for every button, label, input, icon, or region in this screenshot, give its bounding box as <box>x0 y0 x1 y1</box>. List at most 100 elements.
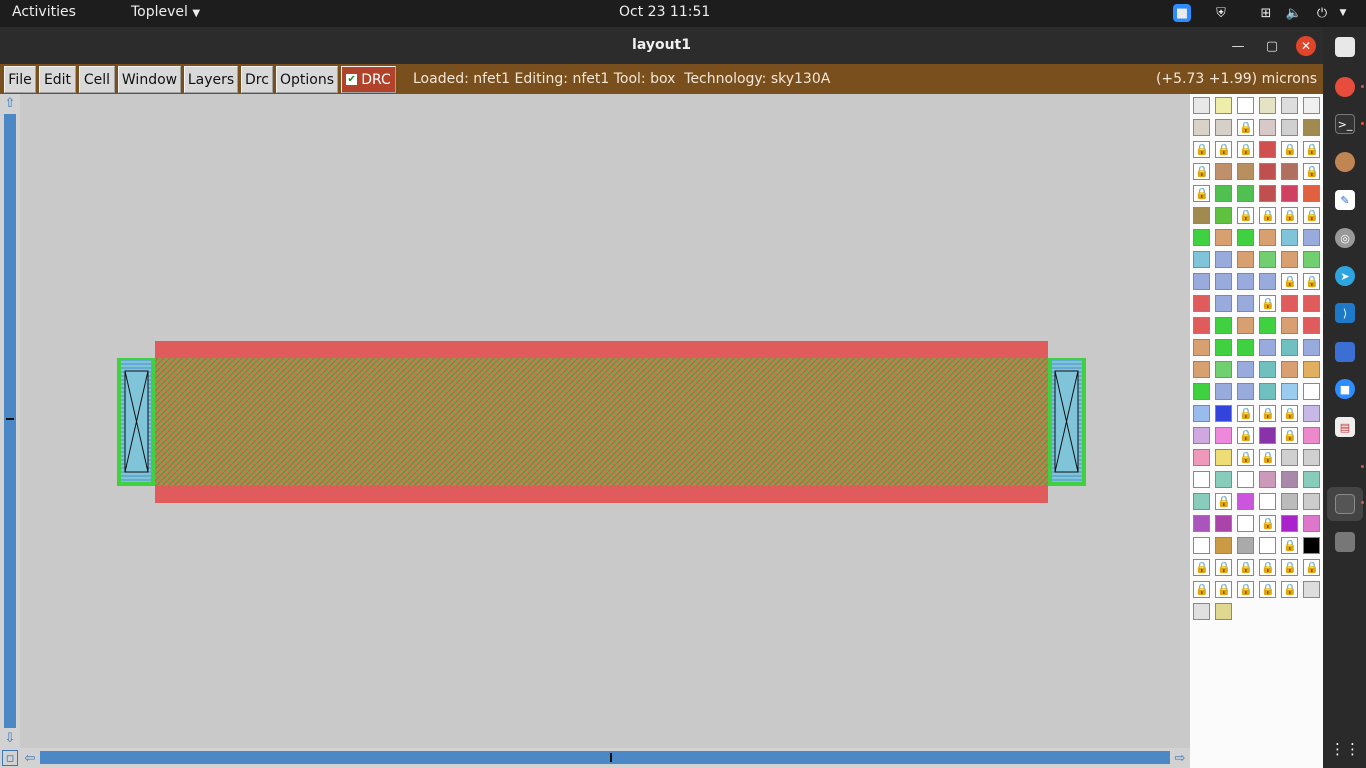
layer-swatch[interactable] <box>1259 251 1276 268</box>
video-camera-icon[interactable]: ■ <box>1173 4 1191 22</box>
layer-swatch[interactable] <box>1281 317 1298 334</box>
layer-swatch[interactable] <box>1215 493 1232 510</box>
layer-swatch[interactable] <box>1259 559 1276 576</box>
layer-swatch[interactable] <box>1193 603 1210 620</box>
layer-swatch[interactable] <box>1215 559 1232 576</box>
layer-swatch[interactable] <box>1237 185 1254 202</box>
layer-swatch[interactable] <box>1193 515 1210 532</box>
layer-swatch[interactable] <box>1303 471 1320 488</box>
layer-swatch[interactable] <box>1193 537 1210 554</box>
layer-swatch[interactable] <box>1237 163 1254 180</box>
horizontal-scroll-thumb[interactable] <box>40 751 1170 764</box>
layer-swatch[interactable] <box>1237 383 1254 400</box>
layer-swatch[interactable] <box>1259 207 1276 224</box>
layer-swatch[interactable] <box>1259 317 1276 334</box>
zoom-box-icon[interactable]: ▫ <box>2 750 18 766</box>
layer-swatch[interactable] <box>1303 537 1320 554</box>
layer-swatch[interactable] <box>1259 471 1276 488</box>
layer-swatch[interactable] <box>1237 317 1254 334</box>
layer-swatch[interactable] <box>1215 471 1232 488</box>
layer-swatch[interactable] <box>1237 427 1254 444</box>
layer-swatch[interactable] <box>1237 207 1254 224</box>
layer-swatch[interactable] <box>1259 141 1276 158</box>
layer-swatch[interactable] <box>1281 163 1298 180</box>
layer-swatch[interactable] <box>1193 119 1210 136</box>
layer-swatch[interactable] <box>1281 471 1298 488</box>
telegram-icon[interactable]: ➤ <box>1335 266 1355 286</box>
layer-swatch[interactable] <box>1259 97 1276 114</box>
layer-swatch[interactable] <box>1259 537 1276 554</box>
layer-swatch[interactable] <box>1281 405 1298 422</box>
layer-swatch[interactable] <box>1193 449 1210 466</box>
layer-swatch[interactable] <box>1193 273 1210 290</box>
menu-cell[interactable]: Cell <box>79 66 115 93</box>
menu-window[interactable]: Window <box>118 66 181 93</box>
chevron-down-icon[interactable]: ▼ <box>1334 4 1352 22</box>
layer-swatch[interactable] <box>1259 515 1276 532</box>
layer-swatch[interactable] <box>1215 273 1232 290</box>
layer-swatch[interactable] <box>1303 361 1320 378</box>
layer-swatch[interactable] <box>1281 537 1298 554</box>
menu-file[interactable]: File <box>4 66 36 93</box>
arrow-up-icon[interactable]: ⇧ <box>2 95 18 111</box>
layer-swatch[interactable] <box>1281 559 1298 576</box>
layer-swatch[interactable] <box>1303 427 1320 444</box>
vertical-scroll-thumb[interactable] <box>4 114 16 728</box>
layer-swatch[interactable] <box>1303 163 1320 180</box>
layer-swatch[interactable] <box>1281 493 1298 510</box>
layer-swatch[interactable] <box>1215 317 1232 334</box>
layer-swatch[interactable] <box>1237 141 1254 158</box>
layer-swatch[interactable] <box>1215 207 1232 224</box>
arrow-left-icon[interactable]: ⇦ <box>22 750 38 766</box>
vscode-icon[interactable]: ⟩ <box>1335 303 1355 323</box>
layer-swatch[interactable] <box>1281 119 1298 136</box>
layer-swatch[interactable] <box>1259 427 1276 444</box>
terminal-icon[interactable]: >_ <box>1335 114 1355 134</box>
layer-swatch[interactable] <box>1259 449 1276 466</box>
layer-swatch[interactable] <box>1215 537 1232 554</box>
layer-swatch[interactable] <box>1193 185 1210 202</box>
layer-swatch[interactable] <box>1193 251 1210 268</box>
layer-swatch[interactable] <box>1215 515 1232 532</box>
drc-toggle[interactable]: ✔ DRC <box>341 66 396 93</box>
layer-swatch[interactable] <box>1281 97 1298 114</box>
layer-swatch[interactable] <box>1237 493 1254 510</box>
layer-swatch[interactable] <box>1237 559 1254 576</box>
layer-swatch[interactable] <box>1259 405 1276 422</box>
app-menu-toplevel[interactable]: Toplevel ▼ <box>131 4 200 20</box>
layer-swatch[interactable] <box>1215 427 1232 444</box>
layer-swatch[interactable] <box>1193 383 1210 400</box>
layer-swatch[interactable] <box>1237 449 1254 466</box>
layer-swatch[interactable] <box>1237 515 1254 532</box>
layer-palette[interactable] <box>1190 94 1323 768</box>
layer-swatch[interactable] <box>1237 361 1254 378</box>
settings-icon[interactable]: ◎ <box>1335 228 1355 248</box>
menu-options[interactable]: Options <box>276 66 338 93</box>
layer-swatch[interactable] <box>1259 163 1276 180</box>
layer-swatch[interactable] <box>1303 339 1320 356</box>
layer-swatch[interactable] <box>1259 361 1276 378</box>
network-icon[interactable]: ⊞ <box>1257 4 1275 22</box>
layer-swatch[interactable] <box>1215 295 1232 312</box>
document-viewer-icon[interactable]: ▤ <box>1335 417 1355 437</box>
layer-swatch[interactable] <box>1237 251 1254 268</box>
layer-swatch[interactable] <box>1237 405 1254 422</box>
layer-swatch[interactable] <box>1303 207 1320 224</box>
activities-button[interactable]: Activities <box>12 4 76 20</box>
layer-swatch[interactable] <box>1303 141 1320 158</box>
layer-swatch[interactable] <box>1215 163 1232 180</box>
layer-swatch[interactable] <box>1259 273 1276 290</box>
layer-swatch[interactable] <box>1281 229 1298 246</box>
layer-swatch[interactable] <box>1237 273 1254 290</box>
layer-swatch[interactable] <box>1303 251 1320 268</box>
shield-icon[interactable]: ⛨ <box>1212 4 1230 22</box>
layer-swatch[interactable] <box>1215 229 1232 246</box>
layer-swatch[interactable] <box>1281 207 1298 224</box>
layer-swatch[interactable] <box>1281 361 1298 378</box>
layer-swatch[interactable] <box>1303 449 1320 466</box>
layer-swatch[interactable] <box>1215 185 1232 202</box>
layer-swatch[interactable] <box>1193 339 1210 356</box>
layer-swatch[interactable] <box>1303 559 1320 576</box>
minimize-icon[interactable]: — <box>1228 36 1248 56</box>
layer-swatch[interactable] <box>1215 361 1232 378</box>
